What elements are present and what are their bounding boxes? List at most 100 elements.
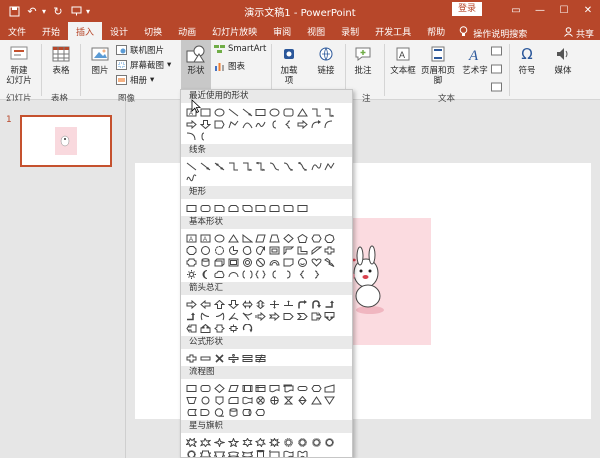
explosion-shape-icon[interactable]	[199, 436, 213, 448]
star-10-point-shape-icon[interactable]	[282, 436, 296, 448]
arrow-line-shape-icon[interactable]	[240, 106, 254, 118]
tab-slideshow[interactable]: 幻灯片放映	[204, 22, 265, 40]
terminator-shape-icon[interactable]	[295, 382, 309, 394]
table-button[interactable]: 表格	[48, 44, 74, 76]
wave-shape-icon[interactable]	[282, 448, 296, 457]
star-12-point-shape-icon[interactable]	[295, 436, 309, 448]
oval-shape-icon[interactable]	[213, 232, 227, 244]
undo-icon[interactable]: ↶	[24, 3, 40, 19]
share-button[interactable]: 共享	[564, 27, 600, 40]
down-arrow-callout-shape-icon[interactable]	[323, 310, 337, 322]
slideshow-icon[interactable]	[68, 3, 84, 19]
slide-number-icon[interactable]	[491, 64, 502, 77]
line-shape-icon[interactable]	[226, 106, 240, 118]
minimize-icon[interactable]: —	[528, 0, 552, 20]
arc-shape-icon[interactable]	[323, 118, 337, 130]
tab-record[interactable]: 录制	[333, 22, 367, 40]
chart-button[interactable]: 图表	[214, 60, 245, 72]
star-6-point-shape-icon[interactable]	[240, 436, 254, 448]
double-arrow-line-shape-icon[interactable]	[213, 160, 227, 172]
pentagon-shape-icon[interactable]	[295, 232, 309, 244]
oval-shape-icon[interactable]	[268, 106, 282, 118]
left-arrow-callout-shape-icon[interactable]	[185, 322, 199, 334]
elbow-arrow-shape-icon[interactable]	[323, 106, 337, 118]
up-down-arrow-shape-icon[interactable]	[254, 298, 268, 310]
maximize-icon[interactable]: ☐	[552, 0, 576, 20]
symbol-button[interactable]: Ω 符号	[515, 44, 539, 77]
header-footer-button[interactable]: 页眉和页脚	[418, 44, 458, 86]
right-brace-shape-icon[interactable]	[309, 268, 323, 280]
ribbon-down-shape-icon[interactable]	[213, 448, 227, 457]
left-brace-shape-icon[interactable]	[295, 268, 309, 280]
round-rectangle-shape-icon[interactable]	[254, 202, 268, 214]
up-arrow-callout-shape-icon[interactable]	[199, 322, 213, 334]
bevel-shape-icon[interactable]	[226, 256, 240, 268]
explosion-shape-icon[interactable]	[185, 436, 199, 448]
new-slide-button[interactable]: 新建 幻灯片	[4, 44, 34, 86]
hexagon-shape-icon[interactable]	[309, 232, 323, 244]
freeform-shape-icon[interactable]	[226, 118, 240, 130]
triangle-shape-icon[interactable]	[226, 232, 240, 244]
multiply-shape-icon[interactable]	[213, 352, 227, 364]
card-shape-icon[interactable]	[226, 394, 240, 406]
tell-me-search[interactable]: 操作说明搜索	[459, 26, 527, 40]
tab-file[interactable]: 文件	[0, 22, 34, 40]
star-5-point-shape-icon[interactable]	[226, 436, 240, 448]
tab-developer[interactable]: 开发工具	[367, 22, 419, 40]
plus-shape-icon[interactable]	[185, 352, 199, 364]
horizontal-scroll-shape-icon[interactable]	[268, 448, 282, 457]
octagon-shape-icon[interactable]	[185, 244, 199, 256]
diamond-shape-icon[interactable]	[282, 232, 296, 244]
teardrop-shape-icon[interactable]	[254, 244, 268, 256]
curved-ribbon-down-shape-icon[interactable]	[240, 448, 254, 457]
bent-arrow-shape-icon[interactable]	[295, 298, 309, 310]
close-icon[interactable]: ✕	[576, 0, 600, 20]
process-shape-icon[interactable]	[185, 382, 199, 394]
not-equal-shape-icon[interactable]	[254, 352, 268, 364]
right-arrow-shape-icon[interactable]	[185, 118, 199, 130]
double-brace-shape-icon[interactable]	[254, 268, 268, 280]
double-bracket-shape-icon[interactable]	[240, 268, 254, 280]
curve-shape-icon[interactable]	[309, 160, 323, 172]
decagon-shape-icon[interactable]	[199, 244, 213, 256]
l-shape-icon[interactable]	[295, 244, 309, 256]
delay-shape-icon[interactable]	[199, 406, 213, 418]
extract-shape-icon[interactable]	[309, 394, 323, 406]
chevron-shape-icon[interactable]	[295, 310, 309, 322]
parallelogram-shape-icon[interactable]	[254, 232, 268, 244]
curved-ribbon-up-shape-icon[interactable]	[226, 448, 240, 457]
curved-right-arrow-shape-icon[interactable]	[199, 310, 213, 322]
tab-review[interactable]: 审阅	[265, 22, 299, 40]
sort-shape-icon[interactable]	[295, 394, 309, 406]
addins-button[interactable]: 加载 项	[278, 44, 300, 86]
curved-arrow-shape-icon[interactable]	[309, 118, 323, 130]
left-right-arrow-shape-icon[interactable]	[240, 298, 254, 310]
pentagon-shape-icon[interactable]	[213, 118, 227, 130]
u-turn-arrow-shape-icon[interactable]	[309, 298, 323, 310]
link-button[interactable]: 链接	[314, 44, 338, 76]
slide-thumbnail[interactable]	[20, 115, 112, 167]
snip-rectangle-shape-icon[interactable]	[240, 202, 254, 214]
decision-shape-icon[interactable]	[213, 382, 227, 394]
textbox-button[interactable]: A 文本框	[389, 44, 417, 76]
double-wave-shape-icon[interactable]	[295, 448, 309, 457]
tab-animations[interactable]: 动画	[170, 22, 204, 40]
redo-icon[interactable]: ↻	[50, 3, 66, 19]
tab-insert[interactable]: 插入	[68, 22, 103, 40]
collate-shape-icon[interactable]	[282, 394, 296, 406]
slide-picture[interactable]	[348, 218, 431, 345]
sequential-access-storage-shape-icon[interactable]	[213, 406, 227, 418]
connector-shape-icon[interactable]	[199, 394, 213, 406]
circular-arrow-shape-icon[interactable]	[240, 322, 254, 334]
undo-dropdown-icon[interactable]: ▾	[42, 7, 48, 16]
left-arrow-shape-icon[interactable]	[199, 298, 213, 310]
multidocument-shape-icon[interactable]	[282, 382, 296, 394]
plaque-shape-icon[interactable]	[185, 256, 199, 268]
moon-shape-icon[interactable]	[199, 268, 213, 280]
lightning-bolt-shape-icon[interactable]	[323, 256, 337, 268]
shapes-button[interactable]: 形状	[181, 40, 211, 90]
brace-shape-icon[interactable]	[282, 118, 296, 130]
vertical-scroll-shape-icon[interactable]	[254, 448, 268, 457]
quad-arrow-shape-icon[interactable]	[268, 298, 282, 310]
manual-operation-shape-icon[interactable]	[185, 394, 199, 406]
